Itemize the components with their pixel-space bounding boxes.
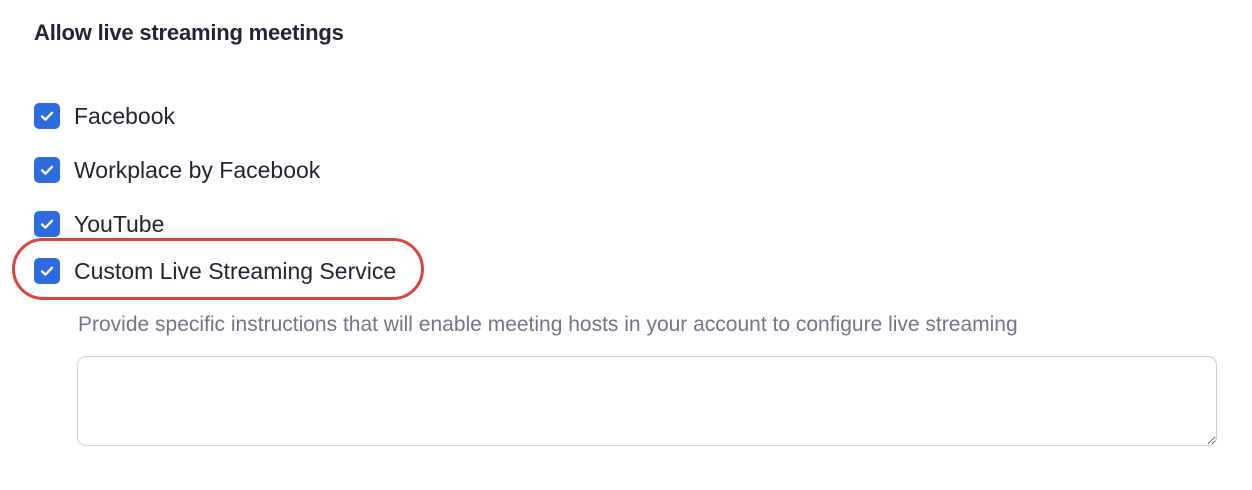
checkbox-checked[interactable] [34, 157, 60, 183]
checkbox-label[interactable]: Workplace by Facebook [74, 155, 320, 185]
checkbox-custom-live-streaming-service[interactable]: Custom Live Streaming Service [34, 256, 396, 286]
checkbox-label[interactable]: Custom Live Streaming Service [74, 256, 396, 286]
checkbox-label[interactable]: Facebook [74, 101, 175, 131]
custom-service-instructions-input[interactable] [77, 356, 1217, 446]
checkbox-workplace-by-facebook[interactable]: Workplace by Facebook [34, 155, 320, 185]
custom-service-instructions: Provide specific instructions that will … [78, 313, 1018, 336]
section-title: Allow live streaming meetings [34, 20, 344, 45]
checkbox-label[interactable]: YouTube [74, 209, 164, 239]
checkbox-checked[interactable] [34, 103, 60, 129]
check-icon [40, 111, 54, 121]
checkbox-youtube[interactable]: YouTube [34, 209, 164, 239]
checkbox-checked[interactable] [34, 211, 60, 237]
check-icon [40, 165, 54, 175]
check-icon [40, 266, 54, 276]
check-icon [40, 219, 54, 229]
checkbox-checked[interactable] [34, 258, 60, 284]
checkbox-facebook[interactable]: Facebook [34, 101, 175, 131]
